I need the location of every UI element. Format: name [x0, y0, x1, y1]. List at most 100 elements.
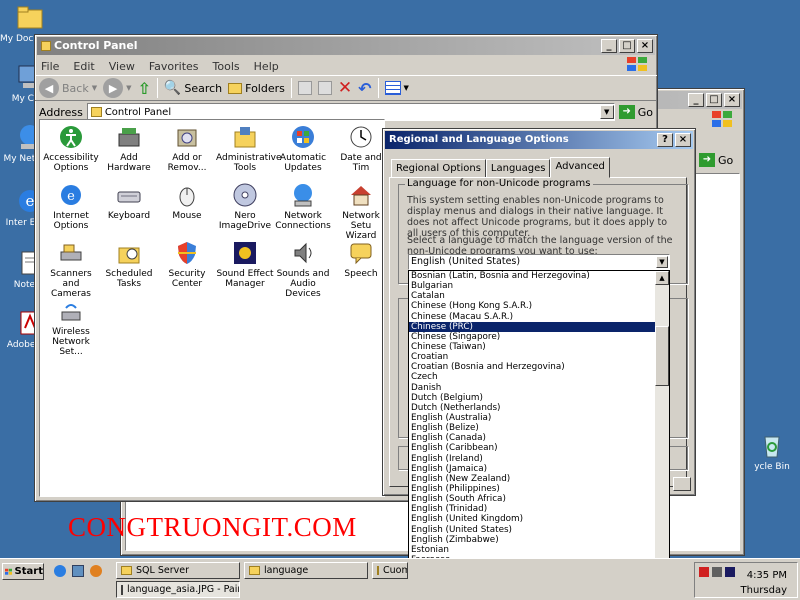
taskbar-item-language[interactable]: language	[244, 562, 368, 579]
cp-item-add-hardware[interactable]: Add Hardware	[100, 124, 158, 173]
cp-item-sounds-and-audio-devices[interactable]: Sounds and Audio Devices	[274, 240, 332, 299]
language-option[interactable]: Danish	[409, 383, 655, 393]
language-option[interactable]: Chinese (Taiwan)	[409, 342, 655, 352]
minimize-button[interactable]: _	[601, 39, 617, 53]
language-option[interactable]: English (Ireland)	[409, 454, 655, 464]
menu-favorites[interactable]: Favorites	[149, 60, 199, 73]
menu-tools[interactable]: Tools	[213, 60, 240, 73]
forward-button[interactable]: ▶ ▼	[103, 78, 132, 98]
up-folder-button[interactable]: ⇧	[138, 79, 151, 98]
menu-file[interactable]: File	[41, 60, 59, 73]
language-option[interactable]: Chinese (Hong Kong S.A.R.)	[409, 301, 655, 311]
background-go-button[interactable]: ➜ Go	[699, 153, 737, 167]
cp-item-nero-imagedrive[interactable]: Nero ImageDrive	[216, 182, 274, 231]
folders-button[interactable]: Folders	[228, 82, 285, 95]
close-button[interactable]: ×	[637, 39, 653, 53]
dialog-button-partial[interactable]	[673, 477, 691, 491]
language-option[interactable]: Bulgarian	[409, 281, 655, 291]
tab-advanced[interactable]: Advanced	[550, 157, 610, 178]
language-option[interactable]: English (Zimbabwe)	[409, 535, 655, 545]
cp-item-security-center[interactable]: Security Center	[158, 240, 216, 289]
views-button[interactable]: ▼	[384, 81, 409, 95]
language-option[interactable]: English (United Kingdom)	[409, 514, 655, 524]
menu-help[interactable]: Help	[254, 60, 279, 73]
move-to-button[interactable]	[297, 81, 312, 95]
close-button[interactable]: ×	[675, 133, 691, 147]
dropdown-scrollbar[interactable]: ▲ ▼	[655, 271, 669, 576]
help-button[interactable]: ?	[657, 133, 673, 147]
minimize-button[interactable]: _	[688, 93, 704, 107]
cp-item-accessibility-options[interactable]: Accessibility Options	[42, 124, 100, 173]
language-option[interactable]: English (Jamaica)	[409, 464, 655, 474]
language-option[interactable]: Dutch (Belgium)	[409, 393, 655, 403]
language-option[interactable]: Estonian	[409, 545, 655, 555]
back-arrow-icon: ◀	[39, 78, 59, 98]
tray-sound-manager-icon[interactable]	[725, 567, 735, 577]
groupbox-title: Language for non-Unicode programs	[405, 178, 593, 189]
media-player-icon[interactable]	[90, 565, 102, 577]
tray-volume-icon[interactable]	[712, 567, 722, 577]
cp-item-mouse[interactable]: Mouse	[158, 182, 216, 221]
tab-regional-options[interactable]: Regional Options	[391, 159, 486, 178]
cp-item-internet-options[interactable]: e Internet Options	[42, 182, 100, 231]
language-option[interactable]: English (New Zealand)	[409, 474, 655, 484]
cp-item-administrative-tools[interactable]: Administrative Tools	[216, 124, 282, 173]
non-unicode-language-combobox[interactable]: English (United States) ▼	[408, 254, 670, 270]
undo-button[interactable]: ↶	[358, 79, 371, 98]
language-dropdown-list[interactable]: Bosnian (Latin, Bosnia and Herzegovina) B…	[408, 270, 670, 577]
language-option[interactable]: English (Trinidad)	[409, 504, 655, 514]
cp-item-wireless-network-setup[interactable]: Wireless Network Set...	[42, 298, 100, 357]
scroll-thumb[interactable]	[655, 326, 669, 386]
language-option[interactable]: Croatian (Bosnia and Herzegovina)	[409, 362, 655, 372]
maximize-button[interactable]: □	[706, 93, 722, 107]
back-button[interactable]: ◀ Back ▼	[39, 78, 97, 98]
tab-languages[interactable]: Languages	[485, 159, 551, 178]
delete-button[interactable]: ✕	[338, 78, 352, 98]
language-option[interactable]: English (Philippines)	[409, 484, 655, 494]
show-desktop-icon[interactable]	[72, 565, 84, 577]
scroll-up-button[interactable]: ▲	[655, 271, 669, 285]
language-option[interactable]: English (Canada)	[409, 433, 655, 443]
combobox-dropdown-button[interactable]: ▼	[656, 256, 668, 268]
cp-item-keyboard[interactable]: Keyboard	[100, 182, 158, 221]
language-option[interactable]: Chinese (Macau S.A.R.)	[409, 312, 655, 322]
language-option[interactable]: English (United States)	[409, 525, 655, 535]
cp-item-add-remove-programs[interactable]: Add or Remov...	[158, 124, 216, 173]
address-dropdown-button[interactable]: ▼	[599, 105, 614, 119]
internet-options-icon: e	[61, 185, 81, 205]
language-option[interactable]: Chinese (Singapore)	[409, 332, 655, 342]
control-panel-titlebar[interactable]: Control Panel _ □ ×	[37, 37, 655, 55]
taskbar-item-cuom[interactable]: Cuom	[372, 562, 408, 579]
language-option[interactable]: Dutch (Netherlands)	[409, 403, 655, 413]
language-option[interactable]: Czech	[409, 372, 655, 382]
close-button[interactable]: ×	[724, 93, 740, 107]
maximize-button[interactable]: □	[619, 39, 635, 53]
wireless-network-icon	[61, 304, 81, 321]
language-option[interactable]: Catalan	[409, 291, 655, 301]
language-option[interactable]: Croatian	[409, 352, 655, 362]
cp-item-sound-effect-manager[interactable]: Sound Effect Manager	[216, 240, 274, 289]
internet-explorer-icon[interactable]	[54, 565, 66, 577]
cp-item-automatic-updates[interactable]: Automatic Updates	[274, 124, 332, 173]
go-button[interactable]: ➜ Go	[618, 105, 657, 119]
language-option[interactable]: Bosnian (Latin, Bosnia and Herzegovina)	[409, 271, 655, 281]
taskbar-item-sql-server[interactable]: SQL Server	[116, 562, 240, 579]
dialog-titlebar[interactable]: Regional and Language Options ? ×	[385, 131, 693, 149]
language-option[interactable]: English (Caribbean)	[409, 443, 655, 453]
start-button[interactable]: Start	[2, 563, 44, 580]
menu-view[interactable]: View	[109, 60, 135, 73]
cp-item-scanners-and-cameras[interactable]: Scanners and Cameras	[42, 240, 100, 299]
language-option[interactable]: Chinese (PRC)	[409, 321, 655, 332]
language-option[interactable]: English (South Africa)	[409, 494, 655, 504]
language-option[interactable]: English (Australia)	[409, 413, 655, 423]
desktop-icon-recycle-bin[interactable]: ycle Bin	[742, 430, 800, 472]
tray-network-icon[interactable]	[699, 567, 709, 577]
clock[interactable]: 4:35 PM	[747, 570, 787, 581]
cp-item-scheduled-tasks[interactable]: Scheduled Tasks	[100, 240, 158, 289]
taskbar-item-paint[interactable]: language_asia.JPG - Paint	[116, 581, 240, 598]
menu-edit[interactable]: Edit	[73, 60, 94, 73]
copy-to-button[interactable]	[317, 81, 332, 95]
language-option[interactable]: English (Belize)	[409, 423, 655, 433]
cp-item-network-connections[interactable]: Network Connections	[274, 182, 332, 231]
search-button[interactable]: 🔍 Search	[164, 80, 222, 96]
